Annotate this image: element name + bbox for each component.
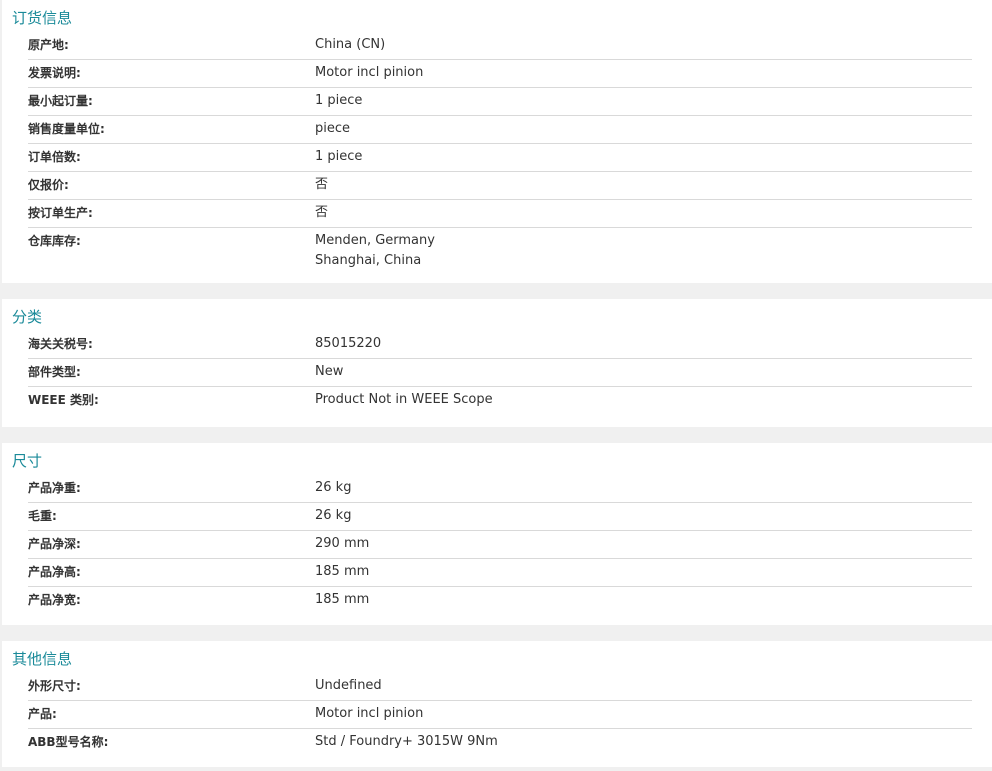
section-title: 其他信息 (12, 650, 73, 668)
spec-label: 发票说明: (28, 66, 81, 80)
spec-label: 最小起订量: (28, 94, 93, 108)
spec-table: 产品净重: 26 kg 毛重: 26 kg 产品净深: 290 mm 产品净高:… (28, 475, 972, 614)
spec-label: 外形尺寸: (28, 679, 81, 693)
spec-row-net-width: 产品净宽: 185 mm (28, 587, 972, 614)
spec-value: 185 mm (315, 592, 370, 607)
spec-row-quote-only: 仅报价: 否 (28, 172, 972, 200)
spec-value: 85015220 (315, 336, 382, 351)
spec-row-order-multiple: 订单倍数: 1 piece (28, 144, 972, 172)
spec-label: WEEE 类别: (28, 393, 99, 407)
spec-table: 原产地: China (CN) 发票说明: Motor incl pinion … (28, 32, 972, 275)
section-divider (0, 283, 992, 299)
classification-section: 分类 海关关税号: 85015220 部件类型: New WEEE 类别: Pr… (2, 299, 992, 427)
spec-row-part-type: 部件类型: New (28, 359, 972, 387)
spec-label: 海关关税号: (28, 337, 93, 351)
spec-label: 原产地: (28, 38, 69, 52)
spec-label: 按订单生产: (28, 206, 93, 220)
spec-row-frame-size: 外形尺寸: Undefined (28, 673, 972, 701)
section-title: 尺寸 (12, 452, 43, 470)
spec-label: 仓库库存: (28, 234, 81, 248)
spec-label: 产品净高: (28, 565, 81, 579)
spec-label: 产品净宽: (28, 593, 81, 607)
dimensions-section: 尺寸 产品净重: 26 kg 毛重: 26 kg 产品净深: 290 mm 产品… (2, 443, 992, 625)
spec-label: 部件类型: (28, 365, 81, 379)
spec-value: New (315, 364, 344, 379)
spec-value: 185 mm (315, 564, 370, 579)
spec-value: 26 kg (315, 508, 352, 523)
spec-row-stocked-at: 仓库库存: Menden, Germany Shanghai, China (28, 228, 972, 275)
spec-row-minimum-order: 最小起订量: 1 piece (28, 88, 972, 116)
ordering-info-section: 订货信息 原产地: China (CN) 发票说明: Motor incl pi… (2, 0, 992, 283)
spec-row-product: 产品: Motor incl pinion (28, 701, 972, 729)
spec-table: 海关关税号: 85015220 部件类型: New WEEE 类别: Produ… (28, 331, 972, 414)
spec-label: 毛重: (28, 509, 57, 523)
spec-value: Motor incl pinion (315, 706, 424, 721)
section-divider (0, 625, 992, 641)
spec-label: 订单倍数: (28, 150, 81, 164)
spec-row-customs-tariff: 海关关税号: 85015220 (28, 331, 972, 359)
spec-label: 产品净重: (28, 481, 81, 495)
spec-value: 否 (315, 205, 329, 220)
spec-row-net-depth: 产品净深: 290 mm (28, 531, 972, 559)
spec-row-country-of-origin: 原产地: China (CN) (28, 32, 972, 60)
spec-label: 产品净深: (28, 537, 81, 551)
spec-value: 290 mm (315, 536, 370, 551)
section-divider (0, 427, 992, 443)
spec-value: 1 piece (315, 149, 363, 164)
spec-value: piece (315, 121, 351, 136)
spec-value: 否 (315, 177, 329, 192)
spec-value: 1 piece (315, 93, 363, 108)
spec-table: 外形尺寸: Undefined 产品: Motor incl pinion AB… (28, 673, 972, 756)
spec-value: Product Not in WEEE Scope (315, 392, 493, 407)
spec-row-abb-type-designation: ABB型号名称: Std / Foundry+ 3015W 9Nm (28, 729, 972, 756)
section-title: 分类 (12, 308, 43, 326)
spec-value: China (CN) (315, 37, 386, 52)
spec-value: Motor incl pinion (315, 65, 424, 80)
additional-info-section: 其他信息 外形尺寸: Undefined 产品: Motor incl pini… (2, 641, 992, 767)
spec-row-sales-unit: 销售度量单位: piece (28, 116, 972, 144)
spec-row-gross-weight: 毛重: 26 kg (28, 503, 972, 531)
spec-row-invoice-description: 发票说明: Motor incl pinion (28, 60, 972, 88)
warehouse-location: Menden, Germany (315, 233, 435, 248)
spec-label: 仅报价: (28, 178, 69, 192)
spec-row-net-height: 产品净高: 185 mm (28, 559, 972, 587)
spec-value: 26 kg (315, 480, 352, 495)
spec-value: Std / Foundry+ 3015W 9Nm (315, 734, 498, 749)
spec-label: ABB型号名称: (28, 735, 109, 749)
spec-value: Menden, Germany Shanghai, China (315, 231, 972, 271)
spec-row-made-to-order: 按订单生产: 否 (28, 200, 972, 228)
spec-row-net-weight: 产品净重: 26 kg (28, 475, 972, 503)
section-title: 订货信息 (12, 9, 73, 27)
spec-value: Undefined (315, 678, 382, 693)
spec-row-weee-category: WEEE 类别: Product Not in WEEE Scope (28, 387, 972, 414)
spec-label: 销售度量单位: (28, 122, 105, 136)
spec-label: 产品: (28, 707, 57, 721)
warehouse-location: Shanghai, China (315, 253, 422, 268)
